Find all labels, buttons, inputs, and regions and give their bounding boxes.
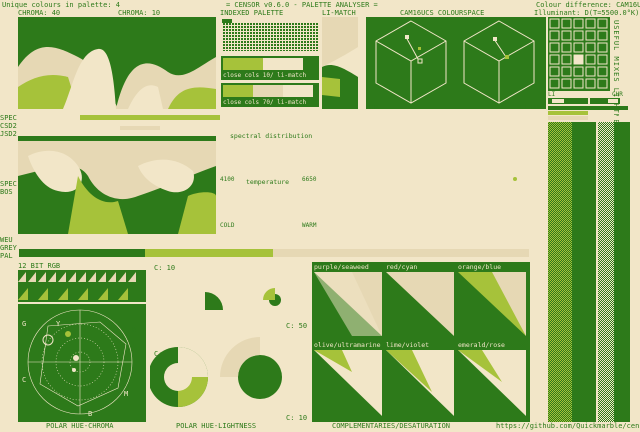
cyclic-label: cyclic? — [285, 112, 311, 119]
chr-plot — [366, 112, 414, 220]
chr-bar-2 — [590, 116, 630, 120]
indexed-palette-grid — [220, 17, 320, 53]
yes-label: yes? — [291, 122, 306, 129]
close-cols-10-label: close cols 10/ li-match — [223, 72, 307, 79]
csd2-label: CSD2 — [0, 122, 17, 130]
wheel-r: R — [132, 326, 137, 334]
li-match-label: LI-MATCH — [322, 9, 356, 17]
polar-hue-chroma-label: POLAR HUE-CHROMA — [46, 422, 114, 430]
wheel-b: B — [88, 410, 93, 418]
rgb12-panel — [18, 270, 146, 302]
li-match-panel — [322, 17, 358, 109]
jsd2-bar — [120, 126, 160, 130]
colourspace-panel — [366, 17, 546, 109]
useful-mixes-right — [598, 122, 630, 422]
spec-bar-b — [80, 115, 220, 120]
useful-mixes-left — [548, 122, 596, 422]
jsd2-label: JSD2 — [0, 130, 17, 138]
internal-similarity-label: internal similarity — [225, 112, 262, 126]
pal-label: PAL — [0, 252, 13, 260]
warm-label: WARM — [302, 222, 317, 229]
pair-lime-violet: lime/violet — [386, 341, 430, 349]
pair-olive-ultramarine: olive/ultramarine — [314, 341, 381, 349]
wheel-y: Y — [56, 320, 61, 328]
jsd2-marker — [146, 131, 154, 135]
spec-max-label: 6650 — [302, 176, 317, 183]
li-hue-label: LI-HUE — [520, 104, 542, 111]
pair-emerald-rose: emerald/rose — [458, 341, 505, 349]
grey-bar — [404, 236, 530, 246]
indexed-palette-label: INDEXED PALETTE — [220, 9, 284, 17]
cold-label: COLD — [220, 222, 235, 229]
csd2-bar — [80, 121, 220, 125]
illuminant-label: Illuminant: D(T=5500.0°K) — [534, 9, 640, 17]
chr-label: CHR — [368, 104, 379, 111]
spectral-distribution-label: spectral distribution — [230, 132, 313, 140]
spec-min-label: 4100 — [220, 176, 235, 183]
weu-label: WEU — [0, 236, 13, 244]
li-bar-2 — [548, 106, 628, 110]
li-bar-1 — [548, 98, 588, 104]
github-link[interactable]: https://github.com/Quickmarble/censor — [496, 422, 640, 430]
chroma-10-label: CHROMA: 10 — [118, 9, 161, 17]
internal-similarity-box: internal similarity — [220, 109, 278, 131]
li-hue-plot — [416, 112, 546, 220]
app-title: = CENSOR v0.6.0 - PALETTE ANALYSER = — [226, 1, 378, 9]
colourspace-label: CAM16UCS COLOURSPACE — [400, 9, 485, 17]
close-cols-70-label: close cols 70/ li-match — [223, 99, 307, 106]
chr-bar-1 — [590, 98, 620, 104]
unique-colours-label: Unique colours in palette: 4 — [2, 1, 121, 9]
wheel-c: C — [22, 376, 27, 384]
li-bar-3 — [548, 111, 588, 115]
temperature-label: temperature — [246, 178, 290, 186]
spec2-label: SPEC — [0, 180, 17, 188]
polar-hue-chroma-panel — [18, 304, 146, 422]
close-cols-70-panel: close cols 70/ li-match — [220, 82, 320, 108]
bos-label: BOS — [0, 188, 13, 196]
pair-orange-blue: orange/blue — [458, 263, 502, 271]
chroma-wave-panel — [18, 17, 216, 109]
pair-red-cyan: red/cyan — [386, 263, 418, 271]
colour-difference-label: Colour difference: CAM16UCS — [536, 1, 640, 9]
close-cols-10-panel: close cols 10/ li-match — [220, 55, 320, 81]
pal-bar — [18, 248, 530, 258]
wheel-m: M — [124, 390, 129, 398]
pair-purple-seaweed: purple/seaweed — [314, 263, 369, 271]
grey-label: GREY — [0, 244, 17, 252]
colour-difference-grid — [548, 17, 610, 91]
cyclic-box: cyclic? yes? — [280, 109, 320, 131]
polar-hue-lightness-label: POLAR HUE-LIGHTNESS — [176, 422, 257, 430]
wheel-g: G — [22, 320, 27, 328]
rgb12-label: 12 BIT RGB — [18, 262, 61, 270]
li-bar-4 — [548, 116, 588, 120]
chroma-40-label: CHROMA: 40 — [18, 9, 61, 17]
complementaries-label: COMPLEMENTARIES/DESATURATION — [332, 422, 451, 430]
spectral-plot — [220, 140, 320, 176]
spec-label: SPEC — [0, 114, 17, 122]
polar-hue-lightness-rings — [150, 262, 310, 422]
spec-bar-a — [28, 114, 58, 120]
temperature-plot — [220, 186, 320, 222]
lightness-wave-panel — [18, 136, 216, 234]
